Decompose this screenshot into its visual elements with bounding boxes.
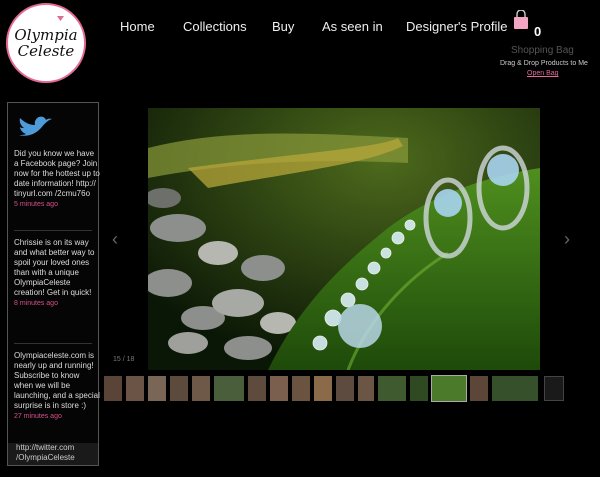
thumbnail[interactable] bbox=[470, 376, 488, 401]
tweet-text: Did you know we have a Facebook page? Jo… bbox=[14, 149, 100, 198]
thumbnail[interactable] bbox=[270, 376, 288, 401]
gallery-counter: 15 / 18 bbox=[113, 356, 135, 363]
tweet-time[interactable]: 5 minutes ago bbox=[14, 201, 100, 208]
tweet-time[interactable]: 8 minutes ago bbox=[14, 300, 100, 307]
tweet: Chrissie is on its way and what better w… bbox=[14, 238, 100, 307]
thumbnail[interactable] bbox=[336, 376, 354, 401]
nav-collections[interactable]: Collections bbox=[183, 19, 247, 34]
jewelry-photo bbox=[148, 108, 540, 370]
bag-count: 0 bbox=[534, 24, 542, 39]
bag-hint: Drag & Drop Products to Me bbox=[500, 60, 588, 67]
tweet-time[interactable]: 27 minutes ago bbox=[14, 413, 100, 420]
twitter-profile-link[interactable]: http://twitter.com /OlympiaCeleste bbox=[8, 443, 98, 465]
logo-text-line1: Olympia bbox=[14, 26, 78, 44]
twitter-sidebar: Did you know we have a Facebook page? Jo… bbox=[7, 102, 100, 466]
tweet-text: Olympiaceleste.com is nearly up and runn… bbox=[14, 351, 100, 410]
chevron-left-icon[interactable]: ‹ bbox=[112, 229, 118, 250]
thumbnail[interactable] bbox=[214, 376, 244, 401]
thumbnail[interactable] bbox=[170, 376, 188, 401]
nav-as-seen-in[interactable]: As seen in bbox=[322, 19, 383, 34]
thumbnail[interactable] bbox=[104, 376, 122, 401]
chevron-right-icon[interactable]: › bbox=[564, 229, 570, 250]
nav-designers-profile[interactable]: Designer's Profile bbox=[406, 19, 507, 34]
thumbnail[interactable] bbox=[358, 376, 374, 401]
logo-text-line2: Celeste bbox=[17, 42, 75, 60]
nav-home[interactable]: Home bbox=[120, 19, 155, 34]
thumbnail[interactable] bbox=[410, 376, 428, 401]
thumbnail[interactable] bbox=[248, 376, 266, 401]
divider bbox=[14, 230, 92, 231]
tweet: Did you know we have a Facebook page? Jo… bbox=[14, 149, 100, 208]
bag-title: Shopping Bag bbox=[511, 45, 574, 56]
thumbnail[interactable] bbox=[378, 376, 406, 401]
thumbnail[interactable] bbox=[126, 376, 144, 401]
shopping-bag-icon[interactable] bbox=[513, 10, 529, 30]
brand-logo[interactable]: Olympia Celeste bbox=[6, 3, 86, 83]
nav-buy[interactable]: Buy bbox=[272, 19, 294, 34]
thumbnail[interactable] bbox=[314, 376, 332, 401]
thumbnail[interactable] bbox=[148, 376, 166, 401]
diamond-icon bbox=[57, 16, 64, 21]
bird-icon bbox=[19, 116, 52, 136]
twitter-link-line1: http://twitter.com bbox=[16, 443, 75, 452]
gallery-main-image bbox=[148, 108, 540, 370]
tweet-text: Chrissie is on its way and what better w… bbox=[14, 238, 95, 297]
thumbnail-logo[interactable] bbox=[544, 376, 564, 401]
thumbnail[interactable] bbox=[192, 376, 210, 401]
twitter-link-line2: /OlympiaCeleste bbox=[16, 453, 75, 462]
thumbnail-active[interactable] bbox=[431, 375, 467, 402]
tweet: Olympiaceleste.com is nearly up and runn… bbox=[14, 351, 100, 420]
thumbnail[interactable] bbox=[292, 376, 310, 401]
open-bag-link[interactable]: Open Bag bbox=[527, 70, 559, 77]
thumbnail[interactable] bbox=[492, 376, 538, 401]
divider bbox=[14, 343, 92, 344]
